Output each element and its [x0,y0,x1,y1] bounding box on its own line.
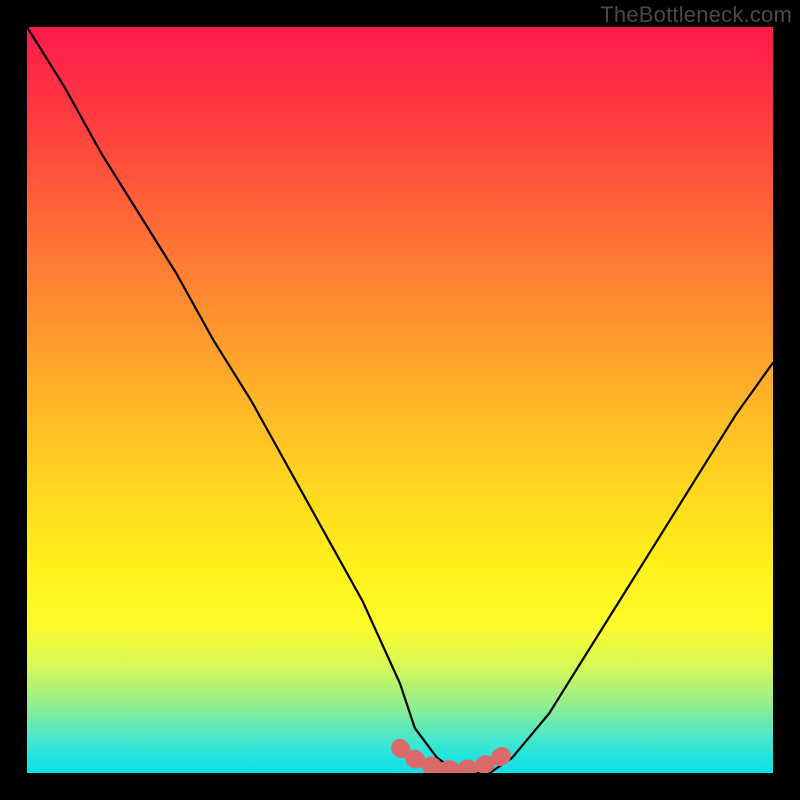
trough-marker [400,748,512,770]
curve-overlay [27,27,773,773]
bottleneck-curve [27,27,773,773]
watermark-text: TheBottleneck.com [600,2,792,28]
plot-area [27,27,773,773]
chart-frame: TheBottleneck.com [0,0,800,800]
